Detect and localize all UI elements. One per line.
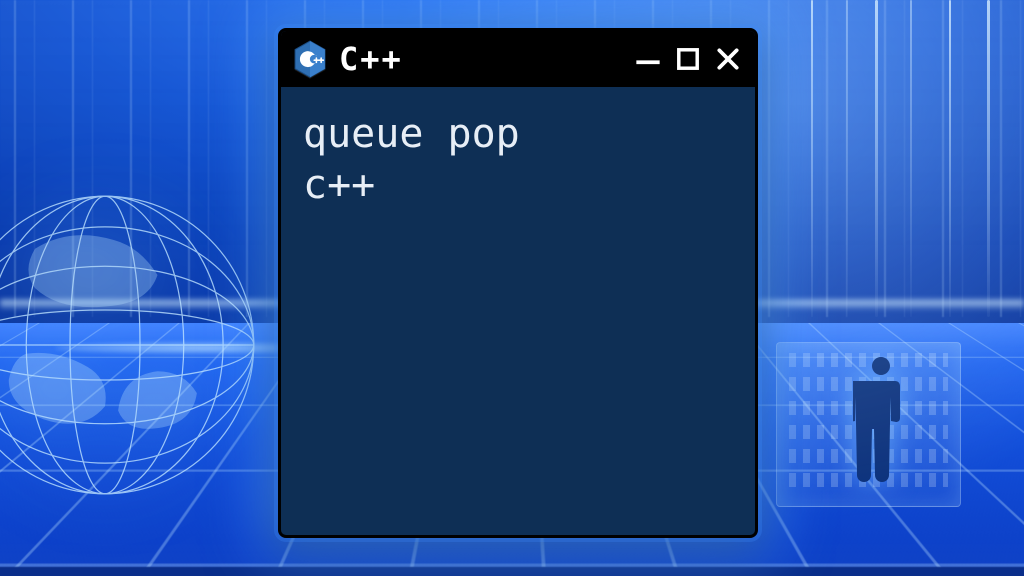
maximize-button[interactable] (675, 46, 701, 72)
close-button[interactable] (715, 46, 741, 72)
bg-globe-wireframe (0, 170, 280, 520)
window-content: queue pop c++ (281, 87, 755, 211)
content-line-2: c++ (303, 162, 375, 208)
cpp-logo-icon (293, 40, 327, 78)
bg-person-silhouette (853, 357, 909, 507)
content-line-1: queue pop (303, 111, 520, 157)
titlebar[interactable]: C++ (281, 31, 755, 87)
app-window: C++ queue pop c++ (278, 28, 758, 538)
bg-hud-panel (776, 342, 961, 507)
titlebar-title: C++ (339, 40, 403, 78)
minimize-button[interactable] (635, 46, 661, 72)
window-controls (635, 46, 741, 72)
